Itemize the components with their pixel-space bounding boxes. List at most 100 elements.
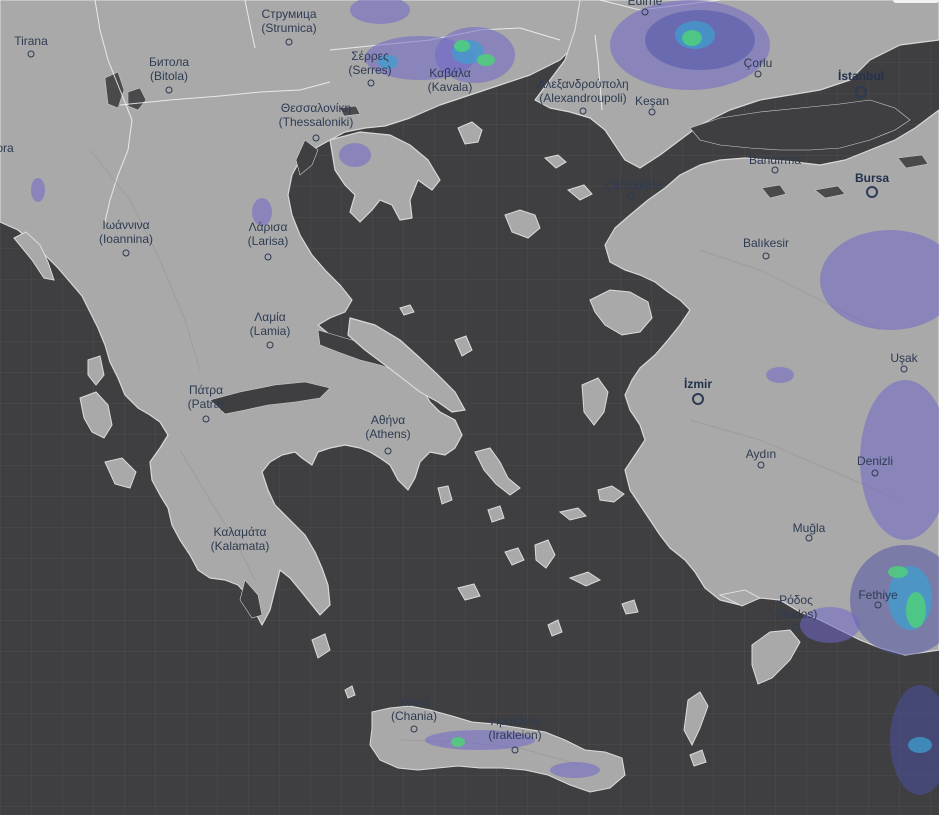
island-chios bbox=[581, 377, 609, 426]
island-alonissos bbox=[454, 335, 473, 357]
island-samos bbox=[597, 485, 625, 503]
city-marker-larisa[interactable] bbox=[264, 253, 272, 261]
city-marker-serres[interactable] bbox=[367, 79, 375, 87]
city-label-mugla: Muğla bbox=[792, 521, 826, 535]
city-label-chania: Χανιά (Chania) bbox=[390, 695, 438, 723]
city-marker-chania[interactable] bbox=[410, 725, 418, 733]
city-label-bursa: Bursa bbox=[854, 171, 890, 185]
island-rhodes bbox=[751, 629, 801, 685]
city-marker-alexandroupoli[interactable] bbox=[579, 107, 587, 115]
city-label-alexandroupoli: Αλεξανδρούπολη (Alexandroupoli) bbox=[537, 77, 629, 105]
island-lemnos bbox=[504, 209, 541, 239]
island-zakynthos bbox=[104, 457, 137, 489]
island-karpathos bbox=[683, 691, 709, 747]
city-label-aydin: Aydın bbox=[745, 447, 777, 461]
city-label-istanbul: İstanbul bbox=[837, 69, 885, 83]
city-marker-bitola[interactable] bbox=[165, 86, 173, 94]
city-label-ioannina: Ιωάννινα (Ioannina) bbox=[98, 218, 154, 246]
city-label-kavala: Καβάλα (Kavala) bbox=[427, 66, 473, 94]
island-lefkada bbox=[87, 355, 105, 386]
city-label-strumica: Струмица (Strumica) bbox=[261, 7, 317, 35]
island-kefalonia bbox=[79, 391, 113, 439]
island-kasos bbox=[689, 749, 707, 767]
city-marker-thessaloniki[interactable] bbox=[312, 134, 320, 142]
map-layer bbox=[0, 0, 939, 795]
island-skiathos bbox=[399, 304, 415, 316]
city-label-patra: Πάτρα (Patra) bbox=[187, 383, 225, 411]
rain-cell-fethiye-heavy bbox=[906, 592, 926, 628]
rain-cell-south-sea-core bbox=[908, 737, 932, 753]
city-label-kesan: Keşan bbox=[634, 94, 670, 108]
rain-cell-thessaloniki bbox=[339, 143, 371, 167]
city-marker-fethiye[interactable] bbox=[874, 601, 882, 609]
city-label-edirne_partial: Edirne bbox=[627, 0, 663, 8]
city-label-rodos: Ρόδος (Rodos) bbox=[774, 593, 818, 621]
city-marker-irakleio[interactable] bbox=[511, 746, 519, 754]
rain-cell-fethiye-heavy-2 bbox=[888, 566, 908, 578]
city-marker-bursa[interactable] bbox=[866, 186, 878, 198]
island-amorgos bbox=[568, 571, 602, 587]
city-marker-denizli[interactable] bbox=[871, 469, 879, 477]
city-marker-usak[interactable] bbox=[900, 365, 908, 373]
rain-cell-thrace-heavy bbox=[682, 30, 702, 46]
rain-cell-west bbox=[31, 178, 45, 202]
city-marker-tirana[interactable] bbox=[27, 50, 35, 58]
city-marker-mugla[interactable] bbox=[805, 534, 813, 542]
rain-cell-usak bbox=[766, 367, 794, 383]
city-label-izmir: İzmir bbox=[683, 377, 713, 391]
island-thasos bbox=[457, 121, 483, 145]
city-marker-rodos[interactable] bbox=[792, 623, 800, 631]
city-label-denizli: Denizli bbox=[856, 454, 894, 468]
island-antikythera bbox=[344, 685, 356, 699]
weather-map[interactable]: Tirana Струмица (Strumica) Битола (Bitola) Σέ… bbox=[0, 0, 939, 815]
city-label-canakkale: Çanakkale bbox=[604, 178, 662, 192]
city-label-ora: ora bbox=[0, 141, 14, 155]
city-marker-balikesir[interactable] bbox=[762, 252, 770, 260]
island-kythira bbox=[311, 633, 331, 659]
city-marker-lamia[interactable] bbox=[266, 341, 274, 349]
island-naxos bbox=[534, 539, 556, 569]
island-ikaria bbox=[558, 507, 587, 521]
city-label-usak: Uşak bbox=[890, 351, 918, 365]
city-label-irakleio: Ηράκλειο (Irakleion) bbox=[488, 714, 542, 742]
land-greece-mainland bbox=[0, 0, 601, 626]
island-lesvos bbox=[589, 289, 653, 336]
city-label-serres: Σέρρες (Serres) bbox=[348, 49, 392, 77]
city-marker-izmir[interactable] bbox=[692, 393, 704, 405]
city-marker-corlu[interactable] bbox=[754, 70, 762, 78]
city-label-athens: Αθήνα (Athens) bbox=[365, 413, 411, 441]
city-label-bitola: Битола (Bitola) bbox=[148, 55, 190, 83]
city-label-larisa: Λάρισα (Larisa) bbox=[247, 220, 289, 248]
city-label-corlu: Çorlu bbox=[743, 56, 773, 70]
city-marker-athens[interactable] bbox=[384, 447, 392, 455]
city-marker-aydin[interactable] bbox=[757, 461, 765, 469]
rain-cell-crete-east bbox=[550, 762, 600, 778]
island-skyros bbox=[474, 447, 521, 496]
city-label-kalamata: Καλαμάτα (Kalamata) bbox=[210, 525, 270, 553]
city-marker-canakkale[interactable] bbox=[627, 192, 635, 200]
island-astypalaia bbox=[621, 599, 639, 615]
city-marker-bandirma[interactable] bbox=[771, 166, 779, 174]
city-label-bandirma: Bandırma bbox=[748, 153, 802, 167]
city-marker-ioannina[interactable] bbox=[122, 249, 130, 257]
city-marker-edirne_partial[interactable] bbox=[641, 8, 649, 16]
city-label-balikesir: Balıkesir bbox=[742, 236, 790, 250]
island-samothraki bbox=[543, 154, 567, 169]
island-andros bbox=[437, 485, 453, 505]
city-marker-kesan[interactable] bbox=[648, 108, 656, 116]
city-label-fethiye: Fethiye bbox=[858, 588, 898, 602]
rain-cell-crete-heavy bbox=[451, 737, 465, 747]
rain-cell-kavala-heavy-2 bbox=[477, 54, 495, 66]
city-marker-istanbul[interactable] bbox=[855, 86, 867, 98]
rain-cell-kavala-heavy bbox=[454, 40, 470, 52]
city-marker-patra[interactable] bbox=[202, 415, 210, 423]
island-imbros bbox=[566, 184, 593, 201]
map-corner-tab[interactable] bbox=[893, 0, 939, 3]
island-santorini bbox=[547, 619, 563, 637]
city-marker-strumica[interactable] bbox=[285, 38, 293, 46]
island-milos bbox=[457, 583, 481, 601]
island-tinos bbox=[487, 505, 505, 523]
city-label-tirana: Tirana bbox=[14, 34, 48, 48]
island-paros bbox=[504, 547, 525, 566]
city-label-thessaloniki: Θεσσαλονίκη (Thessaloniki) bbox=[278, 101, 354, 129]
